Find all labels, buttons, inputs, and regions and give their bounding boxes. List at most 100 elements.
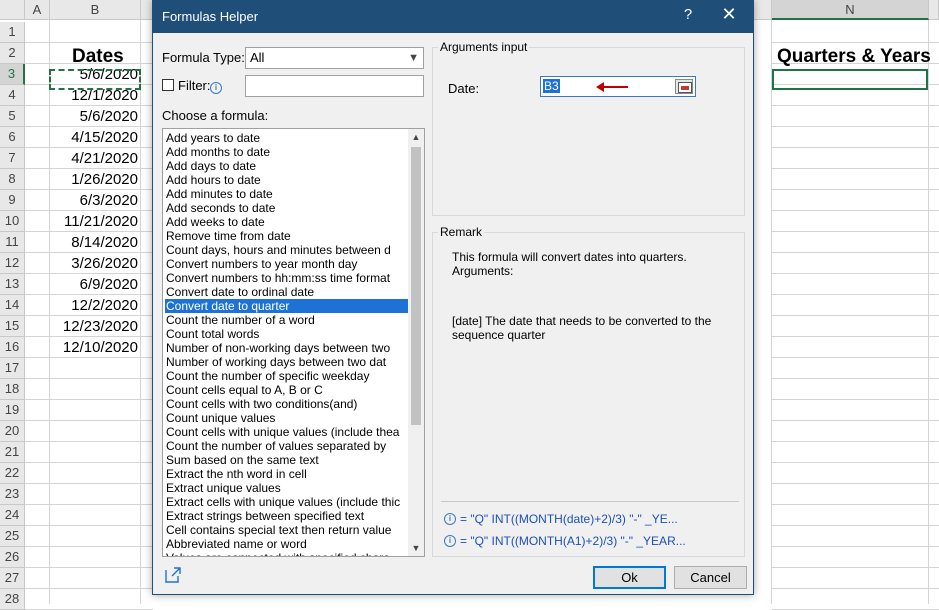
- formula-list-item[interactable]: Add weeks to date: [165, 215, 408, 229]
- formula-list-item[interactable]: Convert numbers to hh:mm:ss time format: [165, 271, 408, 285]
- formula-list-item[interactable]: Add minutes to date: [165, 187, 408, 201]
- column-header-b[interactable]: B: [50, 0, 141, 20]
- date-cell[interactable]: 5/6/2020: [49, 106, 140, 127]
- formula-list-item[interactable]: Add years to date: [165, 131, 408, 145]
- row-header-2[interactable]: 2: [0, 43, 25, 64]
- row-header-7[interactable]: 7: [0, 148, 25, 169]
- formula-list-item[interactable]: Values are connected with specified char…: [165, 551, 408, 556]
- row-header-25[interactable]: 25: [0, 526, 25, 547]
- formula-2-info-icon[interactable]: i: [444, 535, 456, 547]
- formula-type-select[interactable]: All ▼: [245, 47, 424, 69]
- row-header-27[interactable]: 27: [0, 568, 25, 589]
- row-header-28[interactable]: 28: [0, 589, 25, 610]
- info-icon[interactable]: i: [210, 82, 222, 94]
- annotation-arrow: [600, 86, 628, 88]
- row-header-1[interactable]: 1: [0, 22, 25, 43]
- row-header-16[interactable]: 16: [0, 337, 25, 358]
- row-header-3[interactable]: 3: [0, 64, 25, 85]
- formula-list-item[interactable]: Convert numbers to year month day: [165, 257, 408, 271]
- formula-list-item[interactable]: Cell contains special text then return v…: [165, 523, 408, 537]
- column-header-o[interactable]: [929, 0, 939, 20]
- row-header-12[interactable]: 12: [0, 253, 25, 274]
- row-header-9[interactable]: 9: [0, 190, 25, 211]
- select-all-corner[interactable]: [0, 0, 25, 20]
- formula-list-scrollbar[interactable]: ▲ ▼: [408, 129, 424, 556]
- row-header-18[interactable]: 18: [0, 379, 25, 400]
- formula-list-item[interactable]: Add months to date: [165, 145, 408, 159]
- filter-input[interactable]: [245, 75, 424, 97]
- row-header-6[interactable]: 6: [0, 127, 25, 148]
- row-header-24[interactable]: 24: [0, 505, 25, 526]
- formula-list-item[interactable]: Count days, hours and minutes between d: [165, 243, 408, 257]
- date-cell[interactable]: 12/2/2020: [49, 295, 140, 316]
- row-header-4[interactable]: 4: [0, 85, 25, 106]
- row-header-11[interactable]: 11: [0, 232, 25, 253]
- formula-1-info-icon[interactable]: i: [444, 513, 456, 525]
- formula-list-item[interactable]: Count cells equal to A, B or C: [165, 383, 408, 397]
- formula-list-item[interactable]: Extract strings between specified text: [165, 509, 408, 523]
- formula-list-item-selected[interactable]: Convert date to quarter: [165, 299, 408, 313]
- formula-list-item[interactable]: Extract cells with unique values (includ…: [165, 495, 408, 509]
- close-button[interactable]: ✕: [718, 4, 740, 25]
- formula-list-item[interactable]: Add days to date: [165, 159, 408, 173]
- formula-list-item[interactable]: Count total words: [165, 327, 408, 341]
- date-cell[interactable]: 4/21/2020: [49, 148, 140, 169]
- dialog-titlebar[interactable]: Formulas Helper ? ✕: [153, 1, 753, 33]
- date-cell[interactable]: 6/3/2020: [49, 190, 140, 211]
- column-header-n[interactable]: N: [772, 0, 929, 20]
- row-header-21[interactable]: 21: [0, 442, 25, 463]
- formula-list-item[interactable]: Convert date to ordinal date: [165, 285, 408, 299]
- row-header-26[interactable]: 26: [0, 547, 25, 568]
- formula-1-text[interactable]: = "Q" INT((MONTH(date)+2)/3) "-" _YE...: [460, 512, 678, 526]
- formula-list-item[interactable]: Count the number of a word: [165, 313, 408, 327]
- row-header-8[interactable]: 8: [0, 169, 25, 190]
- date-cell[interactable]: 12/10/2020: [49, 337, 140, 358]
- formula-list-item[interactable]: Abbreviated name or word: [165, 537, 408, 551]
- formula-list[interactable]: Add years to date Add months to date Add d…: [162, 128, 425, 557]
- date-cell[interactable]: 11/21/2020: [49, 211, 140, 232]
- column-header-a[interactable]: A: [25, 0, 50, 20]
- filter-checkbox[interactable]: [162, 79, 174, 91]
- column-header-m[interactable]: [754, 0, 772, 20]
- formula-list-item[interactable]: Extract unique values: [165, 481, 408, 495]
- formula-list-item[interactable]: Add seconds to date: [165, 201, 408, 215]
- row-gridline: [25, 399, 153, 400]
- row-header-15[interactable]: 15: [0, 316, 25, 337]
- row-header-20[interactable]: 20: [0, 421, 25, 442]
- date-cell[interactable]: 3/26/2020: [49, 253, 140, 274]
- formula-list-item[interactable]: Extract the nth word in cell: [165, 467, 408, 481]
- formula-list-item[interactable]: Sum based on the same text: [165, 453, 408, 467]
- date-cell[interactable]: 6/9/2020: [49, 274, 140, 295]
- formula-list-item[interactable]: Count cells with unique values (include …: [165, 425, 408, 439]
- scroll-down-icon[interactable]: ▼: [408, 540, 424, 556]
- ok-button[interactable]: Ok: [593, 566, 666, 589]
- scroll-up-icon[interactable]: ▲: [408, 129, 424, 145]
- row-header-13[interactable]: 13: [0, 274, 25, 295]
- date-cell[interactable]: 12/23/2020: [49, 316, 140, 337]
- formula-list-item[interactable]: Count the number of specific weekday: [165, 369, 408, 383]
- date-cell[interactable]: 4/15/2020: [49, 127, 140, 148]
- formula-list-item[interactable]: Add hours to date: [165, 173, 408, 187]
- row-header-10[interactable]: 10: [0, 211, 25, 232]
- row-header-22[interactable]: 22: [0, 463, 25, 484]
- date-cell[interactable]: 8/14/2020: [49, 232, 140, 253]
- row-header-5[interactable]: 5: [0, 106, 25, 127]
- formula-2-text[interactable]: = "Q" INT((MONTH(A1)+2)/3) "-" _YEAR...: [460, 534, 686, 548]
- formula-list-item[interactable]: Number of non-working days between two: [165, 341, 408, 355]
- row-header-14[interactable]: 14: [0, 295, 25, 316]
- scroll-thumb[interactable]: [411, 147, 421, 425]
- formula-list-item[interactable]: Count the number of values separated by: [165, 439, 408, 453]
- selected-cell-n3[interactable]: [772, 69, 928, 90]
- row-header-23[interactable]: 23: [0, 484, 25, 505]
- row-header-17[interactable]: 17: [0, 358, 25, 379]
- cancel-button[interactable]: Cancel: [674, 566, 747, 589]
- date-cell[interactable]: 1/26/2020: [49, 169, 140, 190]
- share-icon[interactable]: [165, 567, 181, 583]
- range-select-icon[interactable]: [675, 79, 693, 94]
- formula-list-item[interactable]: Number of working days between two dat: [165, 355, 408, 369]
- formula-list-item[interactable]: Count unique values: [165, 411, 408, 425]
- formula-list-item[interactable]: Remove time from date: [165, 229, 408, 243]
- formula-list-item[interactable]: Count cells with two conditions(and): [165, 397, 408, 411]
- help-button[interactable]: ?: [678, 6, 698, 23]
- row-header-19[interactable]: 19: [0, 400, 25, 421]
